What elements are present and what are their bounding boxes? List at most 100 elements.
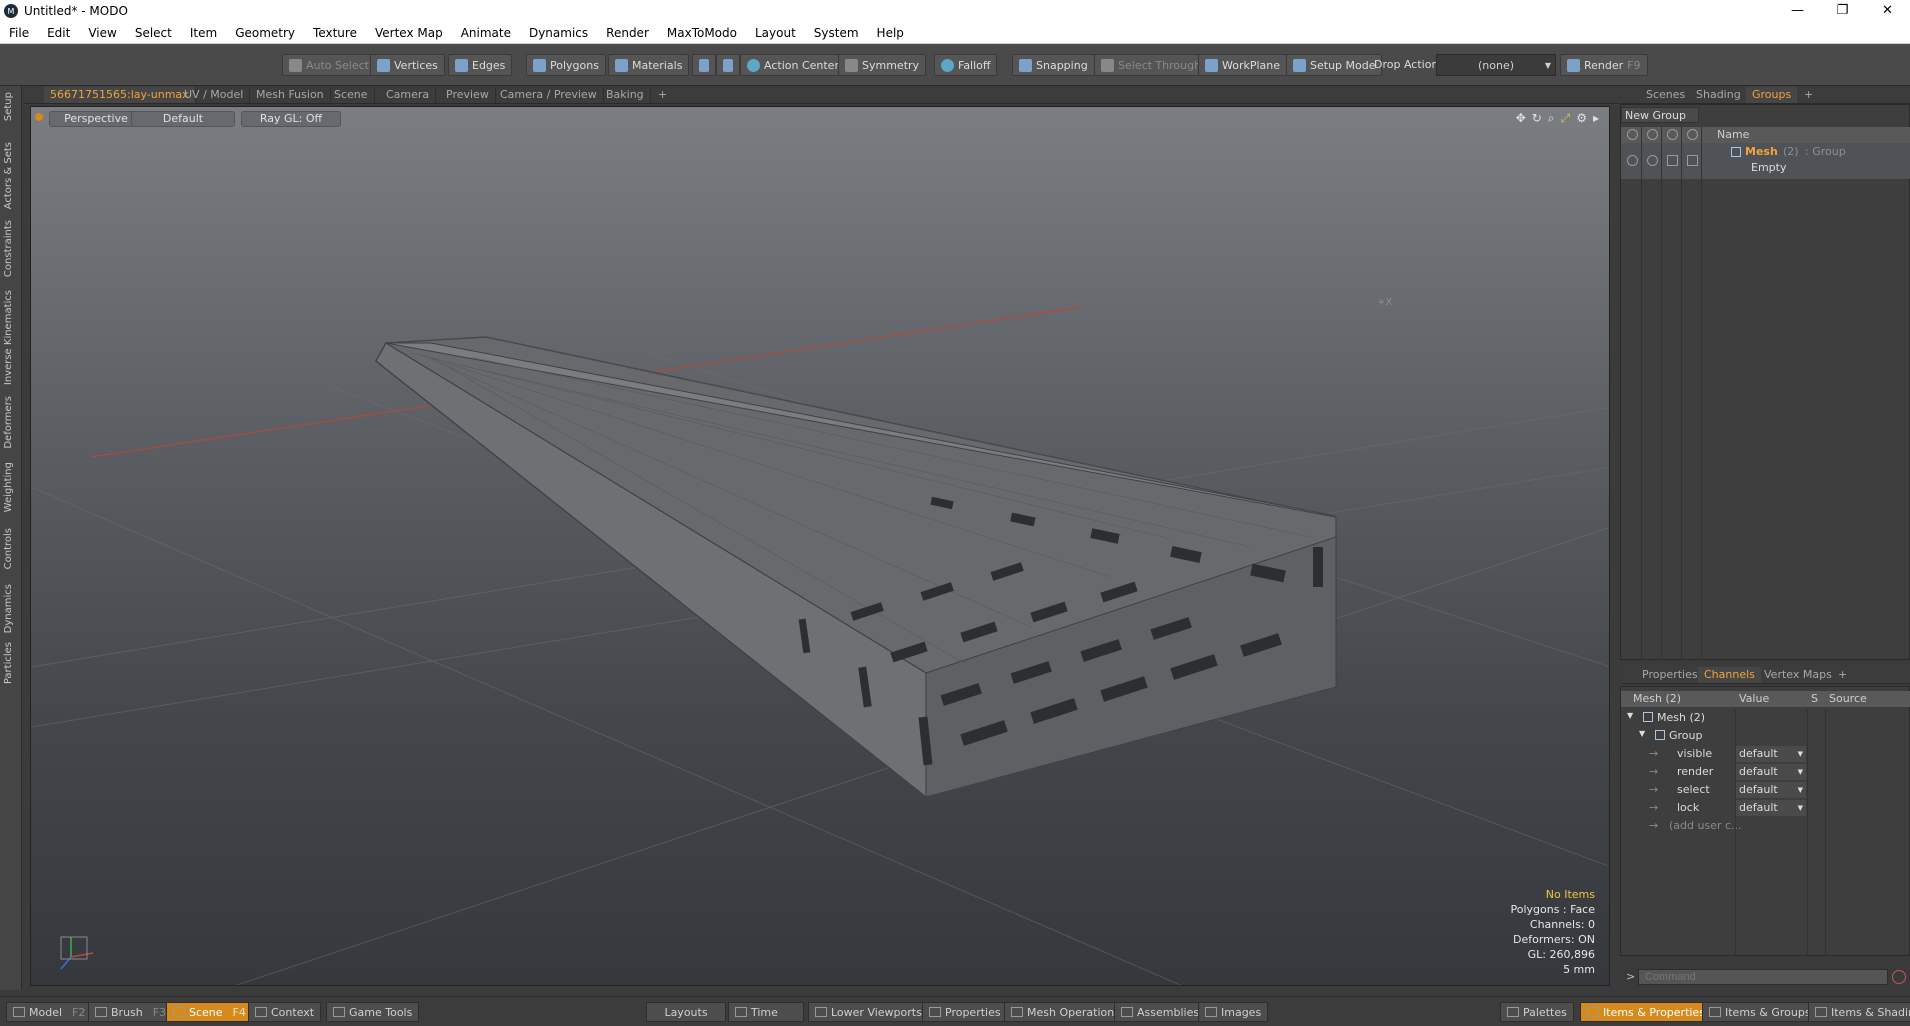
menu-vertex-map[interactable]: Vertex Map (366, 26, 452, 40)
render-button[interactable]: Render F9 (1560, 54, 1648, 76)
context-layout-button[interactable]: Context (248, 1002, 322, 1022)
images-button[interactable]: Images (1198, 1002, 1269, 1022)
channel-row-render[interactable]: → render default (1621, 763, 1910, 781)
menu-texture[interactable]: Texture (304, 26, 366, 40)
maximize-button[interactable]: ❐ (1820, 0, 1865, 22)
menu-system[interactable]: System (805, 26, 868, 40)
tab-camera[interactable]: Camera (380, 87, 437, 103)
time-button[interactable]: Time (728, 1002, 804, 1022)
action-center-button[interactable]: Action Center (740, 54, 846, 76)
add-tab-button[interactable]: + (652, 87, 673, 103)
vertices-button[interactable]: Vertices (370, 54, 445, 76)
tab-shading[interactable]: Shading (1690, 87, 1747, 103)
layouts-button[interactable]: Layouts (646, 1002, 726, 1022)
tab-controls[interactable]: Controls (3, 528, 14, 569)
render-toggle-icon[interactable] (1647, 129, 1658, 140)
menu-animate[interactable]: Animate (452, 26, 520, 40)
row-lock-icon[interactable] (1667, 155, 1678, 166)
snapping-button[interactable]: Snapping (1012, 54, 1095, 76)
expand-arrow-icon[interactable]: ▼ (1627, 711, 1633, 720)
tab-scenes[interactable]: Scenes (1640, 87, 1691, 103)
tab-properties[interactable]: Properties (1636, 667, 1704, 683)
setup-mode-button[interactable]: Setup Mode (1286, 54, 1383, 76)
tab-channels[interactable]: Channels (1698, 667, 1761, 683)
model-layout-button[interactable]: Model F2 (6, 1002, 93, 1022)
command-input[interactable] (1638, 969, 1888, 985)
tab-groups[interactable]: Groups (1746, 87, 1798, 103)
select-value-select[interactable]: default (1736, 782, 1806, 798)
tab-camera-preview[interactable]: Camera / Preview (494, 87, 604, 103)
assemblies-button[interactable]: Assemblies (1114, 1002, 1207, 1022)
add-user-channel-row[interactable]: → (add user c... (1621, 817, 1910, 835)
new-group-button[interactable]: New Group (1621, 107, 1699, 123)
add-properties-tab-button[interactable]: + (1832, 667, 1853, 683)
menu-layout[interactable]: Layout (746, 26, 805, 40)
tab-scene[interactable]: Scene (328, 87, 375, 103)
items-shading-button[interactable]: Items & Shading (1808, 1002, 1910, 1022)
brush-layout-button[interactable]: Brush F3 (88, 1002, 174, 1022)
materials-button[interactable]: Materials (608, 54, 690, 76)
tab-layout-unmax[interactable]: 56671751565:lay-unmax (44, 87, 196, 103)
lock-toggle-icon[interactable] (1667, 129, 1678, 140)
channel-row-select[interactable]: → select default (1621, 781, 1910, 799)
row-render-icon[interactable] (1647, 155, 1658, 166)
tab-preview[interactable]: Preview (440, 87, 496, 103)
tab-constraints[interactable]: Constraints (3, 220, 14, 277)
select-toggle-icon[interactable] (1687, 129, 1698, 140)
properties-button[interactable]: Properties (922, 1002, 1008, 1022)
visible-value-select[interactable]: default (1736, 746, 1806, 762)
tab-inverse-kinematics[interactable]: Inverse Kinematics (3, 290, 14, 385)
tab-dynamics[interactable]: Dynamics (3, 584, 14, 633)
tab-weighting[interactable]: Weighting (3, 462, 14, 512)
items-groups-button[interactable]: Items & Groups (1702, 1002, 1818, 1022)
group-row-mesh[interactable]: Mesh (2) : Group Empty (1621, 143, 1910, 179)
tab-vertex-maps[interactable]: Vertex Maps (1758, 667, 1838, 683)
select-mode-b-button[interactable] (716, 54, 740, 76)
palettes-button[interactable]: Palettes (1500, 1002, 1574, 1022)
symmetry-button[interactable]: Symmetry (838, 54, 927, 76)
tab-particles[interactable]: Particles (3, 642, 14, 684)
close-button[interactable]: ✕ (1865, 0, 1910, 22)
row-select-icon[interactable] (1687, 155, 1698, 166)
select-mode-a-button[interactable] (692, 54, 716, 76)
3d-viewport[interactable]: Perspective Default Ray GL: Off ✥ ↻ ⌕ ⤢ … (30, 106, 1610, 986)
workplane-button[interactable]: WorkPlane (1198, 54, 1288, 76)
tab-mesh-fusion[interactable]: Mesh Fusion (250, 87, 331, 103)
lock-value-select[interactable]: default (1736, 800, 1806, 816)
visibility-eye-icon[interactable] (1627, 129, 1638, 140)
menu-item[interactable]: Item (181, 26, 226, 40)
menu-help[interactable]: Help (868, 26, 913, 40)
lower-viewports-button[interactable]: Lower Viewports (808, 1002, 929, 1022)
game-tools-layout-button[interactable]: Game Tools (326, 1002, 420, 1022)
auto-select-button[interactable]: Auto Select (282, 54, 376, 76)
menu-maxtomodo[interactable]: MaxToModo (658, 26, 746, 40)
drop-action-select[interactable]: (none) ▼ (1436, 54, 1556, 76)
menu-dynamics[interactable]: Dynamics (520, 26, 597, 40)
tab-actors-sets[interactable]: Actors & Sets (3, 142, 14, 209)
row-visibility-icon[interactable] (1627, 155, 1638, 166)
items-properties-button[interactable]: Items & Properties (1580, 1002, 1712, 1022)
menu-view[interactable]: View (79, 26, 125, 40)
scene-layout-button[interactable]: Scene F4 (166, 1002, 253, 1022)
channel-row-visible[interactable]: → visible default (1621, 745, 1910, 763)
render-value-select[interactable]: default (1736, 764, 1806, 780)
menu-file[interactable]: File (0, 26, 38, 40)
menu-select[interactable]: Select (126, 26, 181, 40)
tab-setup[interactable]: Setup (3, 92, 14, 121)
falloff-button[interactable]: Falloff (934, 54, 998, 76)
menu-render[interactable]: Render (597, 26, 658, 40)
select-through-button[interactable]: Select Through (1094, 54, 1209, 76)
tab-baking[interactable]: Baking (600, 87, 651, 103)
channel-tree-group[interactable]: ▼ Group (1621, 727, 1910, 745)
expand-arrow-icon[interactable]: ▼ (1639, 729, 1645, 738)
mesh-operations-button[interactable]: Mesh Operations (1004, 1002, 1127, 1022)
add-panel-tab-button[interactable]: + (1798, 87, 1819, 103)
menu-geometry[interactable]: Geometry (226, 26, 304, 40)
channel-tree-root[interactable]: ▼ Mesh (2) (1621, 709, 1910, 727)
minimize-button[interactable]: — (1775, 0, 1820, 22)
edges-button[interactable]: Edges (448, 54, 513, 76)
tab-uv-model[interactable]: UV / Model (178, 87, 251, 103)
tab-deformers[interactable]: Deformers (3, 396, 14, 449)
polygons-button[interactable]: Polygons (526, 54, 606, 76)
menu-edit[interactable]: Edit (38, 26, 79, 40)
